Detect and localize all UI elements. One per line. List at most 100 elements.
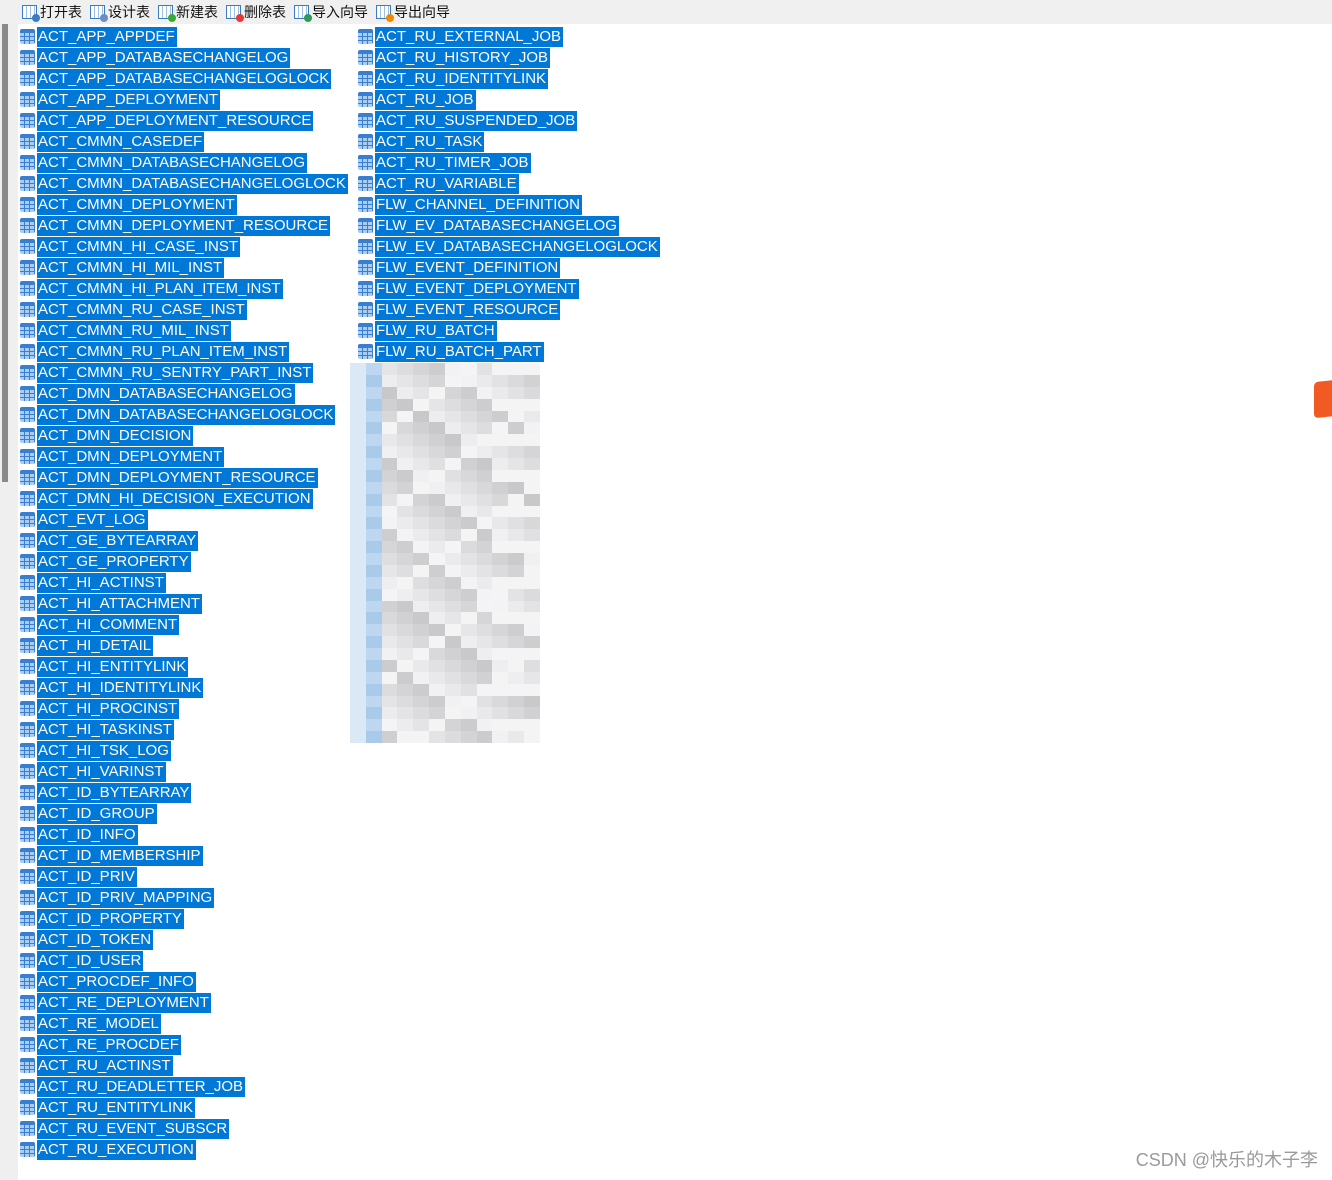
- table-name: ACT_APP_DATABASECHANGELOG: [37, 47, 291, 68]
- table-row[interactable]: ACT_CMMN_DEPLOYMENT_RESOURCE: [20, 215, 348, 236]
- table-row[interactable]: ACT_ID_PROPERTY: [20, 908, 348, 929]
- table-row[interactable]: ACT_CMMN_RU_PLAN_ITEM_INST: [20, 341, 348, 362]
- table-row[interactable]: ACT_RU_HISTORY_JOB: [358, 47, 660, 68]
- table-row[interactable]: ACT_HI_COMMENT: [20, 614, 348, 635]
- table-row[interactable]: ACT_RU_SUSPENDED_JOB: [358, 110, 660, 131]
- scrollbar-thumb[interactable]: [2, 24, 8, 482]
- table-row[interactable]: ACT_RU_IDENTITYLINK: [358, 68, 660, 89]
- table-row[interactable]: ACT_APP_DEPLOYMENT_RESOURCE: [20, 110, 348, 131]
- table-row[interactable]: ACT_ID_INFO: [20, 824, 348, 845]
- table-row[interactable]: ACT_RE_DEPLOYMENT: [20, 992, 348, 1013]
- table-row[interactable]: FLW_RU_BATCH: [358, 320, 660, 341]
- table-row[interactable]: ACT_GE_PROPERTY: [20, 551, 348, 572]
- table-row[interactable]: ACT_RU_ACTINST: [20, 1055, 348, 1076]
- mosaic-tile: [413, 564, 430, 577]
- table-row[interactable]: ACT_ID_BYTEARRAY: [20, 782, 348, 803]
- table-row[interactable]: FLW_CHANNEL_DEFINITION: [358, 194, 660, 215]
- table-row[interactable]: FLW_EVENT_DEFINITION: [358, 257, 660, 278]
- table-row[interactable]: ACT_DMN_DECISION: [20, 425, 348, 446]
- table-row[interactable]: ACT_RU_TIMER_JOB: [358, 152, 660, 173]
- table-row[interactable]: ACT_RU_ENTITYLINK: [20, 1097, 348, 1118]
- table-row[interactable]: ACT_RU_VARIABLE: [358, 173, 660, 194]
- table-row[interactable]: ACT_GE_BYTEARRAY: [20, 530, 348, 551]
- table-row[interactable]: ACT_CMMN_HI_CASE_INST: [20, 236, 348, 257]
- toolbar-button-2[interactable]: 新建表: [158, 2, 218, 22]
- mosaic-tile: [444, 458, 461, 470]
- table-row[interactable]: ACT_CMMN_RU_MIL_INST: [20, 320, 348, 341]
- table-row[interactable]: ACT_HI_IDENTITYLINK: [20, 677, 348, 698]
- table-row[interactable]: ACT_HI_ENTITYLINK: [20, 656, 348, 677]
- table-row[interactable]: ACT_CMMN_RU_CASE_INST: [20, 299, 348, 320]
- table-row[interactable]: ACT_RU_EXECUTION: [20, 1139, 348, 1160]
- mosaic-tile: [460, 541, 477, 553]
- toolbar-button-5[interactable]: 导出向导: [376, 2, 450, 22]
- mosaic-tile: [524, 636, 540, 648]
- mosaic-tile: [524, 529, 540, 542]
- table-row[interactable]: ACT_HI_DETAIL: [20, 635, 348, 656]
- table-row[interactable]: ACT_CMMN_DATABASECHANGELOGLOCK: [20, 173, 348, 194]
- mosaic-tile: [476, 363, 493, 375]
- table-name: ACT_HI_ENTITYLINK: [37, 656, 189, 677]
- table-row[interactable]: ACT_CMMN_RU_SENTRY_PART_INST: [20, 362, 348, 383]
- table-row[interactable]: ACT_DMN_DEPLOYMENT_RESOURCE: [20, 467, 348, 488]
- toolbar-button-3[interactable]: 删除表: [226, 2, 286, 22]
- table-row[interactable]: ACT_ID_GROUP: [20, 803, 348, 824]
- table-row[interactable]: ACT_DMN_HI_DECISION_EXECUTION: [20, 488, 348, 509]
- table-name: ACT_RU_EVENT_SUBSCR: [37, 1118, 230, 1139]
- table-row[interactable]: ACT_CMMN_CASEDEF: [20, 131, 348, 152]
- mosaic-tile: [460, 529, 477, 542]
- table-row[interactable]: ACT_PROCDEF_INFO: [20, 971, 348, 992]
- table-row[interactable]: ACT_HI_VARINST: [20, 761, 348, 782]
- table-row[interactable]: ACT_ID_PRIV: [20, 866, 348, 887]
- table-row[interactable]: ACT_HI_ACTINST: [20, 572, 348, 593]
- table-row[interactable]: ACT_CMMN_DEPLOYMENT: [20, 194, 348, 215]
- table-row[interactable]: ACT_HI_TASKINST: [20, 719, 348, 740]
- table-row[interactable]: ACT_HI_ATTACHMENT: [20, 593, 348, 614]
- table-row[interactable]: ACT_RU_JOB: [358, 89, 660, 110]
- table-row[interactable]: ACT_ID_TOKEN: [20, 929, 348, 950]
- table-row[interactable]: ACT_DMN_DATABASECHANGELOG: [20, 383, 348, 404]
- table-row[interactable]: FLW_EVENT_RESOURCE: [358, 299, 660, 320]
- table-row[interactable]: ACT_APP_DATABASECHANGELOG: [20, 47, 348, 68]
- table-icon: [20, 890, 35, 905]
- table-row[interactable]: ACT_HI_TSK_LOG: [20, 740, 348, 761]
- table-row[interactable]: ACT_APP_DEPLOYMENT: [20, 89, 348, 110]
- table-row[interactable]: ACT_ID_USER: [20, 950, 348, 971]
- toolbar-button-4[interactable]: 导入向导: [294, 2, 368, 22]
- table-row[interactable]: FLW_EVENT_DEPLOYMENT: [358, 278, 660, 299]
- table-name: ACT_HI_VARINST: [37, 761, 166, 782]
- table-row[interactable]: ACT_ID_MEMBERSHIP: [20, 845, 348, 866]
- table-row[interactable]: FLW_EV_DATABASECHANGELOG: [358, 215, 660, 236]
- table-row[interactable]: ACT_CMMN_HI_PLAN_ITEM_INST: [20, 278, 348, 299]
- toolbar-button-1[interactable]: 设计表: [90, 2, 150, 22]
- table-row[interactable]: ACT_RU_TASK: [358, 131, 660, 152]
- mosaic-tile: [508, 410, 525, 423]
- table-name: ACT_ID_GROUP: [37, 803, 157, 824]
- table-row[interactable]: ACT_RU_EXTERNAL_JOB: [358, 26, 660, 47]
- table-row[interactable]: ACT_DMN_DEPLOYMENT: [20, 446, 348, 467]
- table-row[interactable]: ACT_RE_MODEL: [20, 1013, 348, 1034]
- table-row[interactable]: ACT_APP_DATABASECHANGELOGLOCK: [20, 68, 348, 89]
- table-name: ACT_RU_EXECUTION: [37, 1139, 196, 1160]
- table-row[interactable]: ACT_CMMN_DATABASECHANGELOG: [20, 152, 348, 173]
- table-name: ACT_CMMN_RU_SENTRY_PART_INST: [37, 362, 314, 383]
- table-row[interactable]: FLW_EV_DATABASECHANGELOGLOCK: [358, 236, 660, 257]
- table-row[interactable]: ACT_RU_DEADLETTER_JOB: [20, 1076, 348, 1097]
- mosaic-tile: [397, 671, 414, 684]
- toolbar-button-0[interactable]: 打开表: [22, 2, 82, 22]
- csdn-logo-icon[interactable]: [1314, 379, 1332, 419]
- table-row[interactable]: ACT_RE_PROCDEF: [20, 1034, 348, 1055]
- table-row[interactable]: ACT_ID_PRIV_MAPPING: [20, 887, 348, 908]
- table-row[interactable]: ACT_RU_EVENT_SUBSCR: [20, 1118, 348, 1139]
- table-row[interactable]: ACT_HI_PROCINST: [20, 698, 348, 719]
- table-icon: [20, 680, 35, 695]
- table-row[interactable]: FLW_RU_BATCH_PART: [358, 341, 660, 362]
- table-row[interactable]: ACT_EVT_LOG: [20, 509, 348, 530]
- table-row[interactable]: ACT_CMMN_HI_MIL_INST: [20, 257, 348, 278]
- mosaic-tile: [350, 529, 366, 542]
- table-row[interactable]: ACT_APP_APPDEF: [20, 26, 348, 47]
- table-row[interactable]: ACT_DMN_DATABASECHANGELOGLOCK: [20, 404, 348, 425]
- mosaic-tile: [524, 719, 540, 732]
- mosaic-tile: [476, 446, 493, 458]
- mosaic-tile: [492, 600, 509, 613]
